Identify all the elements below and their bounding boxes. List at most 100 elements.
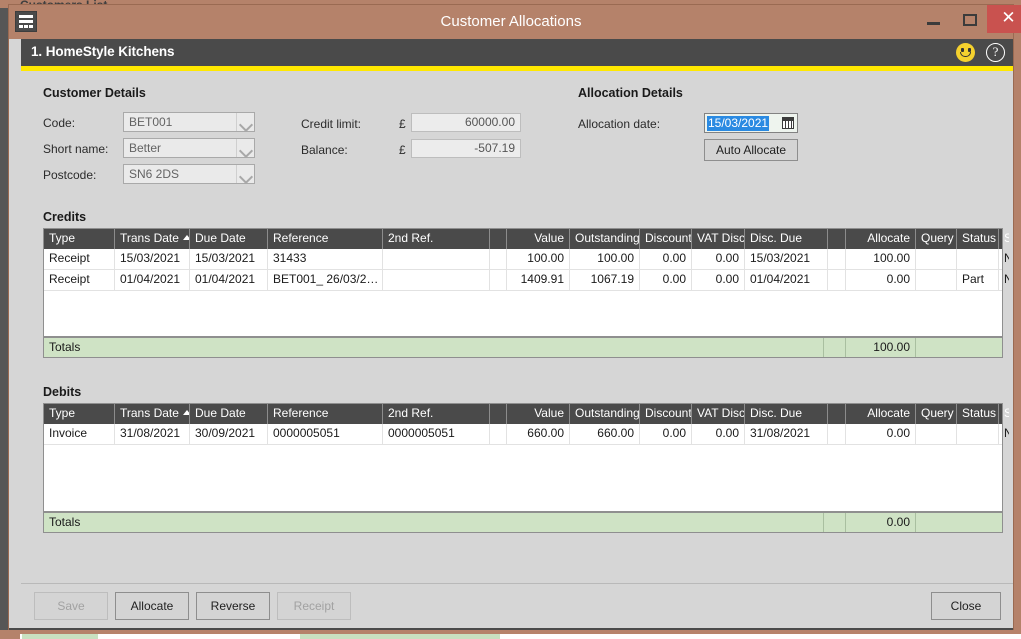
column-header-settled[interactable]: Settled: [998, 229, 1009, 249]
column-header-type[interactable]: Type: [44, 229, 114, 249]
column-header-value[interactable]: Value: [506, 229, 569, 249]
column-header-disc-due[interactable]: Disc. Due: [744, 404, 827, 424]
help-icon[interactable]: ?: [986, 43, 1005, 62]
cell-outstanding: 100.00: [569, 249, 639, 269]
credits-table[interactable]: TypeTrans DateDue DateReference2nd Ref. V…: [43, 228, 1003, 337]
cell-spacer2: [827, 249, 845, 269]
calendar-icon[interactable]: [780, 115, 796, 131]
auto-allocate-button[interactable]: Auto Allocate: [704, 139, 798, 161]
totals-trailing: [915, 338, 1002, 357]
table-row[interactable]: Receipt01/04/202101/04/2021BET001_ 26/03…: [44, 270, 1002, 291]
column-header-value[interactable]: Value: [506, 404, 569, 424]
table-row[interactable]: Receipt15/03/202115/03/202131433100.0010…: [44, 249, 1002, 270]
table-row[interactable]: Invoice31/08/202130/09/20210000005051000…: [44, 424, 1002, 445]
cell-spacer2: [827, 424, 845, 444]
column-header-2nd-ref[interactable]: 2nd Ref.: [382, 229, 489, 249]
cell-due-date: 15/03/2021: [189, 249, 267, 269]
cell-query: [915, 270, 956, 290]
cell-allocate: 100.00: [845, 249, 915, 269]
column-header-outstanding[interactable]: Outstanding: [569, 404, 639, 424]
customer-details-title: Customer Details: [43, 86, 146, 100]
credit-limit-currency: £: [399, 117, 406, 131]
allocate-button[interactable]: Allocate: [115, 592, 189, 620]
cell-value: 1409.91: [506, 270, 569, 290]
column-header-allocate[interactable]: Allocate: [845, 404, 915, 424]
record-header-bar: 1. HomeStyle Kitchens ?: [21, 39, 1013, 66]
cell-settled: N/A: [998, 249, 1009, 269]
save-button[interactable]: Save: [34, 592, 108, 620]
cell-due-date: 30/09/2021: [189, 424, 267, 444]
column-header-spacer[interactable]: [489, 404, 506, 424]
debits-totals-row: Totals0.00: [43, 512, 1003, 533]
cell-reference: 31433: [267, 249, 382, 269]
cell-settled: No: [998, 424, 1009, 444]
cell-spacer: [489, 270, 506, 290]
column-header-query[interactable]: Query: [915, 404, 956, 424]
background-sheet: [20, 634, 1021, 639]
column-header-due-date[interactable]: Due Date: [189, 229, 267, 249]
cell-spacer2: [827, 270, 845, 290]
cell-allocate: 0.00: [845, 270, 915, 290]
customer-allocations-dialog: Customer Allocations ✕ 1. HomeStyle Kitc…: [8, 4, 1014, 631]
close-button[interactable]: ✕: [987, 5, 1021, 33]
code-label: Code:: [43, 116, 75, 130]
column-header-discount[interactable]: Discount: [639, 229, 691, 249]
totals-spacer: [823, 513, 845, 532]
column-header-settled[interactable]: Settled: [998, 404, 1009, 424]
credit-limit-label: Credit limit:: [301, 117, 361, 131]
column-header-status[interactable]: Status: [956, 229, 998, 249]
allocation-date-input[interactable]: 15/03/2021: [704, 113, 798, 133]
debits-table[interactable]: TypeTrans DateDue DateReference2nd Ref. V…: [43, 403, 1003, 512]
column-header-due-date[interactable]: Due Date: [189, 404, 267, 424]
column-header-vat-disc[interactable]: VAT Disc.: [691, 404, 744, 424]
cell-second-ref: [382, 249, 489, 269]
postcode-label: Postcode:: [43, 168, 96, 182]
column-header-reference[interactable]: Reference: [267, 229, 382, 249]
column-header-disc-due[interactable]: Disc. Due: [744, 229, 827, 249]
column-header-spacer[interactable]: [827, 404, 845, 424]
column-header-vat-disc[interactable]: VAT Disc.: [691, 229, 744, 249]
column-header-allocate[interactable]: Allocate: [845, 229, 915, 249]
short-name-value: Better: [129, 141, 161, 155]
column-header-query[interactable]: Query: [915, 229, 956, 249]
chevron-down-icon: [236, 139, 254, 157]
background-cell: [300, 634, 500, 639]
cell-disc-due: 31/08/2021: [744, 424, 827, 444]
receipt-button[interactable]: Receipt: [277, 592, 351, 620]
reverse-button[interactable]: Reverse: [196, 592, 270, 620]
column-header-spacer[interactable]: [489, 229, 506, 249]
code-select[interactable]: BET001: [123, 112, 255, 132]
cell-second-ref: [382, 270, 489, 290]
balance-label: Balance:: [301, 143, 348, 157]
short-name-label: Short name:: [43, 142, 108, 156]
column-header-discount[interactable]: Discount: [639, 404, 691, 424]
column-header-spacer[interactable]: [827, 229, 845, 249]
cell-query: [915, 424, 956, 444]
minimize-button[interactable]: [917, 5, 951, 33]
postcode-select[interactable]: SN6 2DS: [123, 164, 255, 184]
allocation-date-value: 15/03/2021: [707, 116, 769, 131]
column-header-outstanding[interactable]: Outstanding: [569, 229, 639, 249]
column-header-type[interactable]: Type: [44, 404, 114, 424]
totals-allocate: 100.00: [845, 338, 915, 357]
maximize-button[interactable]: [953, 5, 987, 33]
cell-disc-due: 01/04/2021: [744, 270, 827, 290]
window-title: Customer Allocations: [9, 5, 1013, 39]
smiley-icon[interactable]: [956, 43, 975, 62]
record-title: 1. HomeStyle Kitchens: [31, 44, 174, 59]
balance-value: -507.19: [411, 139, 521, 158]
totals-spacer: [823, 338, 845, 357]
cell-discount: 0.00: [639, 424, 691, 444]
column-header-2nd-ref[interactable]: 2nd Ref.: [382, 404, 489, 424]
code-value: BET001: [129, 115, 172, 129]
close-dialog-button[interactable]: Close: [931, 592, 1001, 620]
column-header-trans-date[interactable]: Trans Date: [114, 229, 189, 249]
cell-type: Receipt: [44, 249, 114, 269]
column-header-reference[interactable]: Reference: [267, 404, 382, 424]
column-header-status[interactable]: Status: [956, 404, 998, 424]
column-header-trans-date[interactable]: Trans Date: [114, 404, 189, 424]
allocation-date-label: Allocation date:: [578, 117, 660, 131]
short-name-select[interactable]: Better: [123, 138, 255, 158]
balance-currency: £: [399, 143, 406, 157]
cell-spacer: [489, 424, 506, 444]
